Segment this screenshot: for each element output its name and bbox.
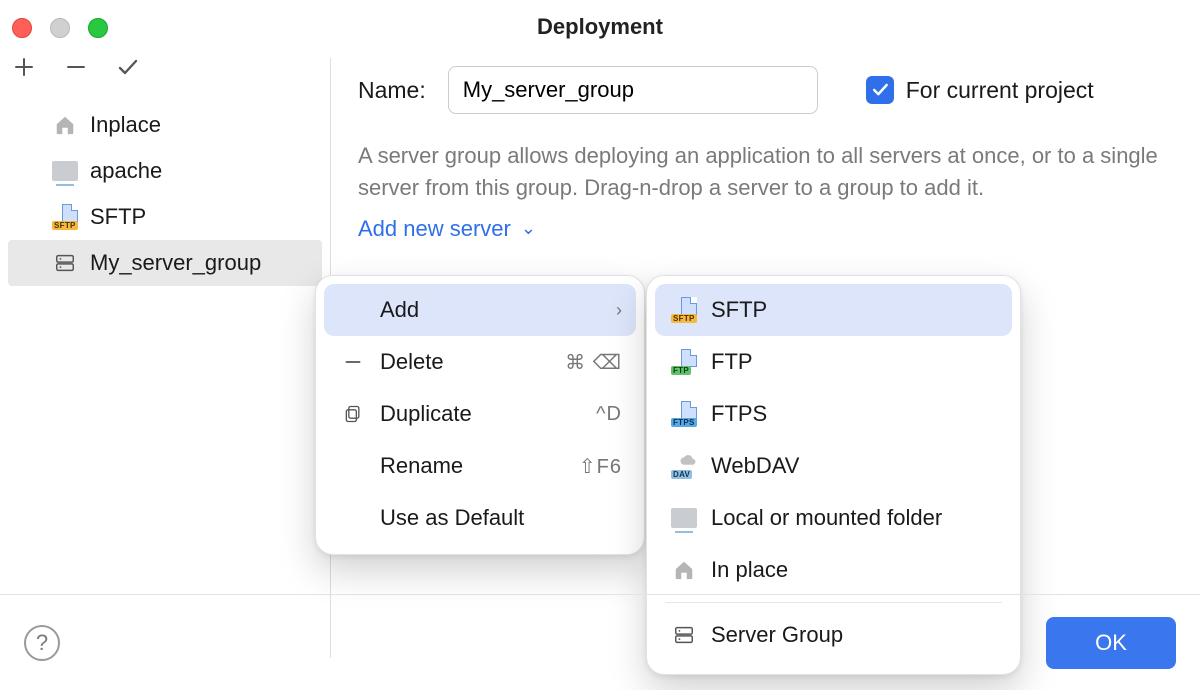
menu-item-label: Add (380, 297, 616, 323)
menu-item-label: Rename (380, 453, 579, 479)
submenu-item-label: WebDAV (711, 453, 998, 479)
menu-item-shortcut: ⇧F6 (579, 454, 622, 479)
description-text: A server group allows deploying an appli… (358, 140, 1198, 204)
tree-item-label: My_server_group (90, 250, 261, 276)
tree-item-label: apache (90, 158, 162, 184)
chevron-right-icon: › (616, 300, 622, 321)
home-icon (669, 559, 699, 581)
menu-item-delete[interactable]: Delete ⌘ ⌫ (324, 336, 636, 388)
menu-item-duplicate[interactable]: Duplicate ^D (324, 388, 636, 440)
ftp-icon: FTP (669, 349, 699, 375)
tree-item-sftp[interactable]: SFTP SFTP (0, 194, 330, 240)
submenu-item-label: In place (711, 557, 998, 583)
submenu-item-ftp[interactable]: FTP FTP (655, 336, 1012, 388)
chevron-down-icon: ⌄ (521, 218, 536, 239)
name-label: Name: (358, 77, 426, 104)
window-title: Deployment (0, 14, 1200, 40)
menu-item-shortcut: ⌘ ⌫ (565, 350, 622, 375)
set-default-button[interactable] (116, 55, 140, 85)
name-input[interactable] (448, 66, 818, 114)
submenu-item-label: FTPS (711, 401, 998, 427)
menu-item-label: Delete (380, 349, 565, 375)
webdav-icon: DAV (669, 453, 699, 479)
tree-item-inplace[interactable]: Inplace (0, 102, 330, 148)
submenu-item-local[interactable]: Local or mounted folder (655, 492, 1012, 544)
sidebar-toolbar (0, 44, 330, 96)
minus-icon (338, 352, 368, 372)
menu-item-label: Duplicate (380, 401, 596, 427)
add-new-server-label: Add new server (358, 216, 511, 242)
check-icon (116, 55, 140, 79)
folder-network-icon (669, 508, 699, 528)
home-icon (52, 112, 78, 138)
name-row: Name: For current project (358, 66, 1200, 114)
sidebar: Inplace apache SFTP SFTP My_server_group (0, 44, 330, 590)
ftps-icon: FTPS (669, 401, 699, 427)
tree-item-server-group[interactable]: My_server_group (8, 240, 322, 286)
current-project-checkbox[interactable]: For current project (866, 76, 1094, 104)
duplicate-icon (338, 404, 368, 424)
menu-item-add[interactable]: Add › (324, 284, 636, 336)
menu-item-shortcut: ^D (596, 403, 622, 426)
menu-item-rename[interactable]: Rename ⇧F6 (324, 440, 636, 492)
ok-button[interactable]: OK (1046, 617, 1176, 669)
tree-item-apache[interactable]: apache (0, 148, 330, 194)
submenu-item-inplace[interactable]: In place (655, 544, 1012, 596)
sftp-icon: SFTP (669, 297, 699, 323)
server-group-icon (52, 250, 78, 276)
submenu-item-label: SFTP (711, 297, 998, 323)
menu-item-use-default[interactable]: Use as Default (324, 492, 636, 544)
plus-icon (12, 55, 36, 79)
checkbox-icon (866, 76, 894, 104)
tree-item-label: Inplace (90, 112, 161, 138)
bottom-bar: ? OK (0, 594, 1200, 690)
context-menu: Add › Delete ⌘ ⌫ Duplicate ^D Rename ⇧F6… (315, 275, 645, 555)
add-new-server-link[interactable]: Add new server ⌄ (358, 216, 1200, 242)
help-button[interactable]: ? (24, 625, 60, 661)
server-tree: Inplace apache SFTP SFTP My_server_group (0, 96, 330, 286)
submenu-item-webdav[interactable]: DAV WebDAV (655, 440, 1012, 492)
titlebar: Deployment (0, 0, 1200, 44)
folder-network-icon (52, 158, 78, 184)
submenu-item-label: Local or mounted folder (711, 505, 998, 531)
minus-icon (64, 55, 88, 79)
menu-item-label: Use as Default (380, 505, 622, 531)
tree-item-label: SFTP (90, 204, 146, 230)
submenu-item-sftp[interactable]: SFTP SFTP (655, 284, 1012, 336)
sftp-icon: SFTP (52, 204, 78, 230)
remove-button[interactable] (64, 55, 88, 85)
submenu-item-ftps[interactable]: FTPS FTPS (655, 388, 1012, 440)
add-button[interactable] (12, 55, 36, 85)
checkbox-label: For current project (906, 77, 1094, 104)
submenu-item-label: FTP (711, 349, 998, 375)
question-icon: ? (36, 630, 48, 656)
